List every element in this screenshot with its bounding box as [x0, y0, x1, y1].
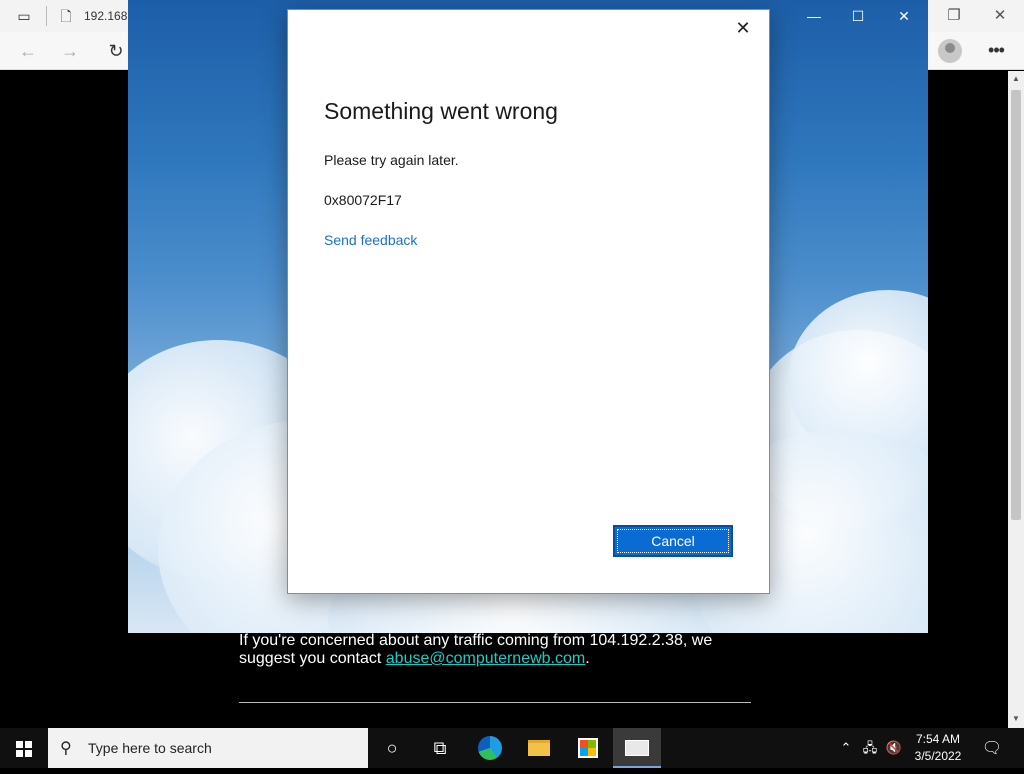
dialog-title: Something went wrong: [324, 98, 558, 124]
refresh-icon[interactable]: ↻: [104, 40, 128, 62]
windows-logo-icon[interactable]: [16, 741, 32, 757]
edge-icon[interactable]: [466, 728, 514, 768]
mail-icon[interactable]: [613, 728, 661, 768]
tab-actions-icon[interactable]: ▭: [16, 8, 32, 24]
search-placeholder[interactable]: Type here to search: [88, 740, 212, 756]
scroll-up-icon[interactable]: ▲: [1010, 74, 1022, 86]
restore-icon[interactable]: ❐: [942, 4, 966, 28]
search-icon: ⚲: [60, 740, 72, 757]
dialog-message: Please try again later.: [324, 152, 459, 168]
system-clock[interactable]: 7:54 AM 3/5/2022: [906, 731, 970, 765]
abuse-email-link[interactable]: abuse@computernewb.com: [386, 650, 585, 667]
network-icon[interactable]: 🖧: [860, 728, 880, 768]
cancel-button[interactable]: Cancel: [613, 525, 733, 557]
tab-url-text[interactable]: 192.168.: [84, 9, 131, 23]
browser-close-icon[interactable]: ✕: [988, 4, 1012, 28]
cortana-icon[interactable]: ○: [368, 728, 416, 768]
error-dialog: ✕ Something went wrong Please try again …: [287, 9, 770, 594]
scroll-down-icon[interactable]: ▼: [1010, 714, 1022, 726]
clock-time: 7:54 AM: [915, 732, 961, 746]
tab-divider: [46, 6, 47, 26]
task-view-icon[interactable]: ⧉: [416, 728, 464, 768]
notification-icon[interactable]: 🗨: [980, 738, 1004, 758]
maximize-icon[interactable]: ☐: [846, 6, 870, 26]
clock-date: 3/5/2022: [914, 749, 962, 763]
scrollbar-thumb[interactable]: [1011, 90, 1021, 520]
send-feedback-link[interactable]: Send feedback: [324, 232, 417, 248]
file-explorer-icon[interactable]: [515, 728, 563, 768]
more-icon[interactable]: •••: [984, 39, 1008, 63]
profile-avatar[interactable]: [938, 39, 962, 63]
chevron-up-icon[interactable]: ⌃: [836, 728, 856, 768]
forward-arrow-icon[interactable]: →: [58, 40, 82, 62]
abuse-contact-text: If you're concerned about any traffic co…: [239, 632, 751, 668]
page-divider: [239, 702, 751, 703]
page-icon: 🗋: [60, 8, 72, 24]
dialog-close-icon[interactable]: ✕: [731, 16, 755, 40]
period-text: .: [585, 650, 590, 667]
volume-muted-icon[interactable]: 🔇: [884, 728, 904, 768]
store-icon[interactable]: [564, 728, 612, 768]
app-close-icon[interactable]: ✕: [892, 6, 916, 26]
error-code: 0x80072F17: [324, 192, 402, 208]
minimize-icon[interactable]: —: [802, 6, 826, 26]
back-arrow-icon[interactable]: ←: [16, 40, 40, 62]
